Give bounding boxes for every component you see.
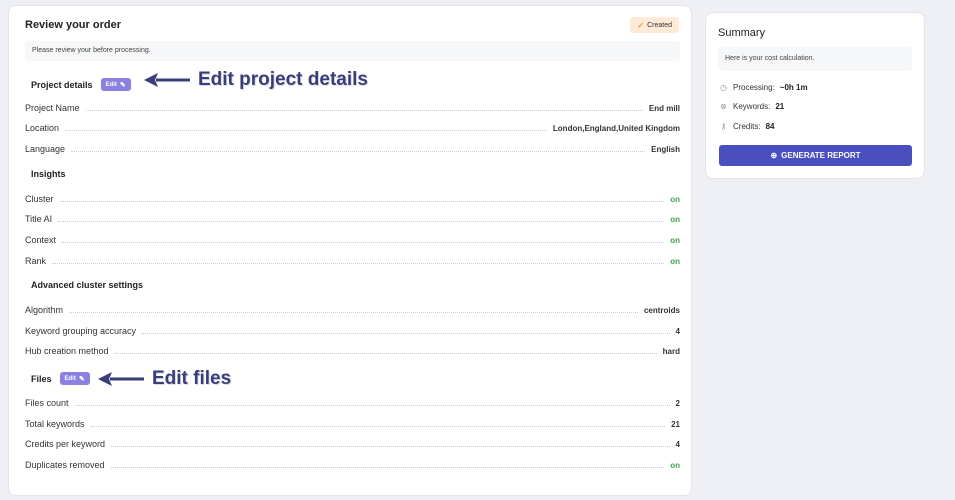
row-value: End mill [648, 103, 680, 113]
dotted-leader [62, 241, 665, 243]
summary-label: Processing: [733, 83, 775, 92]
summary-credits: ⚷ Credits: 84 [719, 122, 775, 131]
annotation-text: Edit files [152, 368, 232, 389]
detail-row-hub-creation-method: Hub creation method hard [25, 346, 680, 356]
row-value: 21 [671, 419, 680, 429]
dotted-leader [90, 425, 666, 427]
summary-value: ~0h 1m [779, 83, 808, 92]
plus-circle-icon: ⊕ [770, 151, 778, 160]
summary-label: Keywords: [733, 102, 771, 111]
edit-label: Edit [64, 375, 76, 382]
summary-card: Summary Here is your cost calculation. ◷… [705, 12, 925, 179]
row-value: on [670, 214, 680, 224]
annotation-edit-files: Edit files [96, 368, 231, 390]
row-value: 2 [675, 398, 680, 408]
annotation-text: Edit project details [198, 69, 368, 90]
dotted-leader [110, 466, 665, 468]
arrow-left-icon [144, 73, 190, 87]
section-heading: Files [31, 373, 52, 384]
section-advanced-cluster-settings: Advanced cluster settings [31, 280, 143, 290]
detail-row-algorithm: Algorithm centroids [25, 305, 680, 315]
status-badge: ✓ Created [630, 17, 679, 33]
detail-row-project-name: Project Name End mill [25, 103, 680, 113]
order-note: Please review your before processing. [25, 41, 680, 61]
summary-processing: ◷ Processing: ~0h 1m [719, 83, 808, 92]
detail-row-files-count: Files count 2 [25, 398, 680, 408]
edit-label: Edit [105, 81, 117, 88]
row-value: centroids [643, 305, 680, 315]
dotted-leader [85, 109, 643, 111]
summary-value: 21 [775, 102, 785, 111]
check-icon: ✓ [637, 20, 645, 30]
row-label: Rank [25, 256, 47, 266]
status-label: Created [647, 21, 672, 29]
detail-row-language: Language English [25, 144, 680, 154]
arrow-left-icon [98, 372, 144, 386]
row-value: London,England,United Kingdom [552, 123, 680, 133]
detail-row-total-keywords: Total keywords 21 [25, 419, 680, 429]
summary-keywords: ⊗ Keywords: 21 [719, 102, 784, 111]
section-project-details: Project details Edit ✎ [31, 78, 131, 91]
row-label: Algorithm [25, 305, 64, 315]
detail-row-rank: Rank on [25, 256, 680, 266]
section-heading: Project details [31, 79, 93, 90]
row-label: Duplicates removed [25, 460, 105, 470]
row-label: Language [25, 144, 66, 154]
dotted-leader [71, 150, 646, 152]
pencil-icon: ✎ [78, 375, 85, 383]
pencil-icon: ✎ [119, 81, 126, 89]
summary-note: Here is your cost calculation. [718, 47, 912, 71]
row-value: 4 [675, 326, 680, 336]
row-label: Title AI [25, 214, 53, 224]
row-value: on [670, 194, 680, 204]
row-value: English [651, 144, 680, 154]
dotted-leader [52, 262, 665, 264]
row-label: Cluster [25, 194, 54, 204]
dotted-leader [65, 129, 547, 131]
detail-row-title-ai: Title AI on [25, 214, 680, 224]
tag-icon: ⊗ [720, 102, 727, 111]
generate-label: GENERATE REPORT [781, 151, 861, 160]
row-label: Context [25, 235, 57, 245]
row-value: hard [662, 346, 680, 356]
row-value: on [670, 235, 680, 245]
edit-files-button[interactable]: Edit ✎ [59, 372, 90, 385]
row-label: Keyword grouping accuracy [25, 326, 137, 336]
generate-report-button[interactable]: ⊕ GENERATE REPORT [719, 145, 912, 166]
dotted-leader [74, 404, 670, 406]
row-label: Total keywords [25, 419, 85, 429]
dotted-leader [114, 352, 657, 354]
detail-row-duplicates-removed: Duplicates removed on [25, 460, 680, 470]
detail-row-credits-per-keyword: Credits per keyword 4 [25, 439, 680, 449]
dotted-leader [58, 220, 665, 222]
clock-icon: ◷ [720, 83, 727, 92]
page-title: Review your order [25, 19, 121, 31]
row-label: Credits per keyword [25, 439, 106, 449]
dotted-leader [59, 200, 665, 202]
key-icon: ⚷ [720, 122, 727, 131]
section-files: Files Edit ✎ [31, 372, 90, 385]
row-label: Hub creation method [25, 346, 109, 356]
dotted-leader [69, 311, 638, 313]
detail-row-keyword-grouping-accuracy: Keyword grouping accuracy 4 [25, 326, 680, 336]
section-heading: Advanced cluster settings [31, 280, 144, 290]
row-value: 4 [675, 439, 680, 449]
row-value: on [670, 256, 680, 266]
summary-label: Credits: [733, 122, 761, 131]
row-label: Project Name [25, 103, 80, 113]
dotted-leader [142, 332, 670, 334]
row-label: Location [25, 123, 60, 133]
section-insights: Insights [31, 169, 66, 179]
edit-project-details-button[interactable]: Edit ✎ [100, 78, 131, 91]
row-label: Files count [25, 398, 69, 408]
detail-row-location: Location London,England,United Kingdom [25, 123, 680, 133]
dotted-leader [111, 445, 670, 447]
annotation-edit-project-details: Edit project details [142, 69, 368, 91]
row-value: on [670, 460, 680, 470]
summary-title: Summary [718, 27, 766, 39]
detail-row-cluster: Cluster on [25, 194, 680, 204]
summary-value: 84 [765, 122, 775, 131]
section-heading: Insights [31, 169, 66, 179]
detail-row-context: Context on [25, 235, 680, 245]
